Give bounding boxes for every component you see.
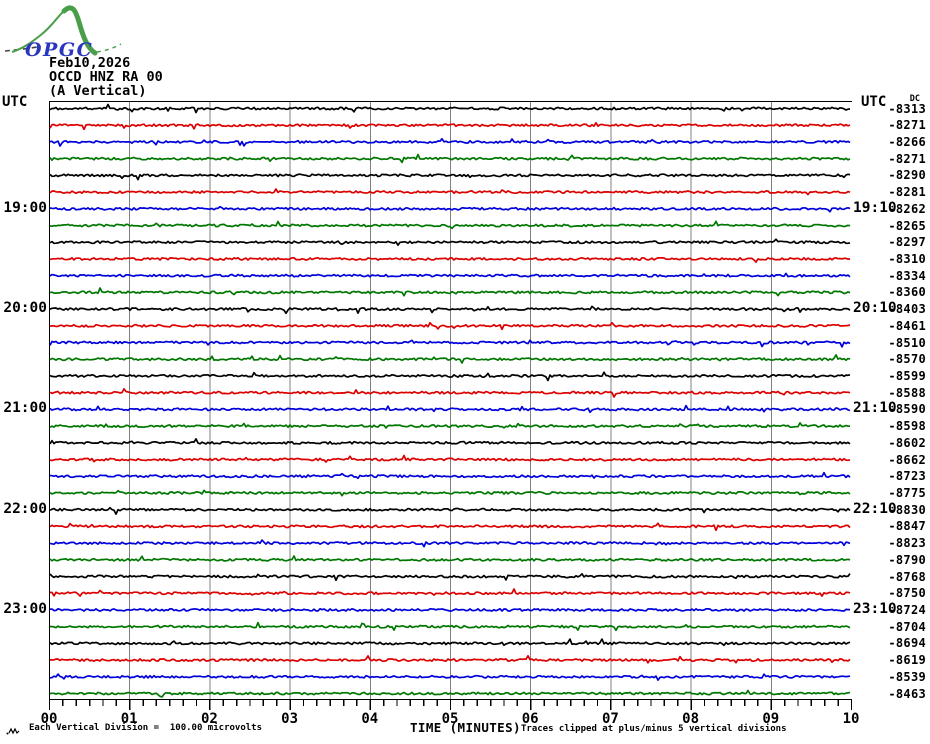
micro-waveform-icon	[6, 727, 20, 735]
dc-offset-value-24: -8830	[888, 502, 926, 517]
dc-offset-value-18: -8590	[888, 402, 926, 417]
dc-offset-value-25: -8847	[888, 519, 926, 534]
trace-canvas	[49, 101, 853, 700]
header-component: (A Vertical)	[49, 83, 147, 99]
dc-offset-value-27: -8790	[888, 552, 926, 567]
dc-offset-value-4: -8290	[888, 168, 926, 183]
logo-dashed-baseline-right	[96, 43, 122, 53]
dc-offset-value-28: -8768	[888, 569, 926, 584]
dc-offset-value-5: -8281	[888, 185, 926, 200]
dc-offset-value-32: -8694	[888, 636, 926, 651]
dc-offset-value-15: -8570	[888, 352, 926, 367]
x-axis-title: TIME (MINUTES)	[410, 720, 521, 735]
dc-offset-value-8: -8297	[888, 235, 926, 250]
helicorder-plot	[49, 101, 853, 701]
x-tick-label-03: 03	[281, 711, 299, 727]
dc-offset-value-12: -8403	[888, 302, 926, 317]
dc-offset-value-23: -8775	[888, 485, 926, 500]
helicorder-page: OPGC Feb10,2026 OCCD HNZ RA 00 (A Vertic…	[0, 0, 930, 744]
dc-offset-value-34: -8539	[888, 669, 926, 684]
hour-label-left-21:00: 21:00	[3, 400, 47, 417]
dc-offset-value-31: -8704	[888, 619, 926, 634]
dc-offset-value-20: -8602	[888, 435, 926, 450]
dc-offset-value-11: -8360	[888, 285, 926, 300]
dc-offset-value-3: -8271	[888, 151, 926, 166]
left-axis-title: UTC	[2, 94, 28, 110]
dc-offset-value-35: -8463	[888, 686, 926, 701]
dc-offset-value-0: -8313	[888, 101, 926, 116]
dc-offset-value-29: -8750	[888, 586, 926, 601]
dc-offset-value-16: -8599	[888, 368, 926, 383]
hour-label-left-22:00: 22:00	[3, 500, 47, 517]
dc-offset-value-6: -8262	[888, 201, 926, 216]
dc-offset-value-33: -8619	[888, 653, 926, 668]
dc-offset-value-7: -8265	[888, 218, 926, 233]
hour-label-left-20:00: 20:00	[3, 300, 47, 317]
dc-offset-value-17: -8588	[888, 385, 926, 400]
dc-offset-value-1: -8271	[888, 118, 926, 133]
dc-offset-value-22: -8723	[888, 469, 926, 484]
hour-label-left-23:00: 23:00	[3, 600, 47, 617]
header-block: Feb10,2026 OCCD HNZ RA 00 (A Vertical)	[49, 56, 163, 98]
dc-offset-value-14: -8510	[888, 335, 926, 350]
x-tick-label-10: 10	[842, 711, 860, 727]
dc-offset-value-10: -8334	[888, 268, 926, 283]
dc-offset-value-30: -8724	[888, 602, 926, 617]
dc-offset-value-19: -8598	[888, 419, 926, 434]
header-date: Feb10,2026	[49, 55, 131, 71]
hour-label-left-19:00: 19:00	[3, 199, 47, 216]
header-station: OCCD HNZ RA 00	[49, 69, 163, 85]
vertical-division-note: Each Vertical Division = 100.00 microvol…	[29, 723, 262, 733]
x-tick-label-04: 04	[361, 711, 379, 727]
dc-offset-value-21: -8662	[888, 452, 926, 467]
dc-offset-value-13: -8461	[888, 318, 926, 333]
dc-offset-value-2: -8266	[888, 134, 926, 149]
opgc-logo: OPGC	[4, 5, 122, 60]
clip-note: Traces clipped at plus/minus 5 vertical …	[521, 724, 787, 734]
dc-offset-value-9: -8310	[888, 251, 926, 266]
dc-offset-value-26: -8823	[888, 536, 926, 551]
